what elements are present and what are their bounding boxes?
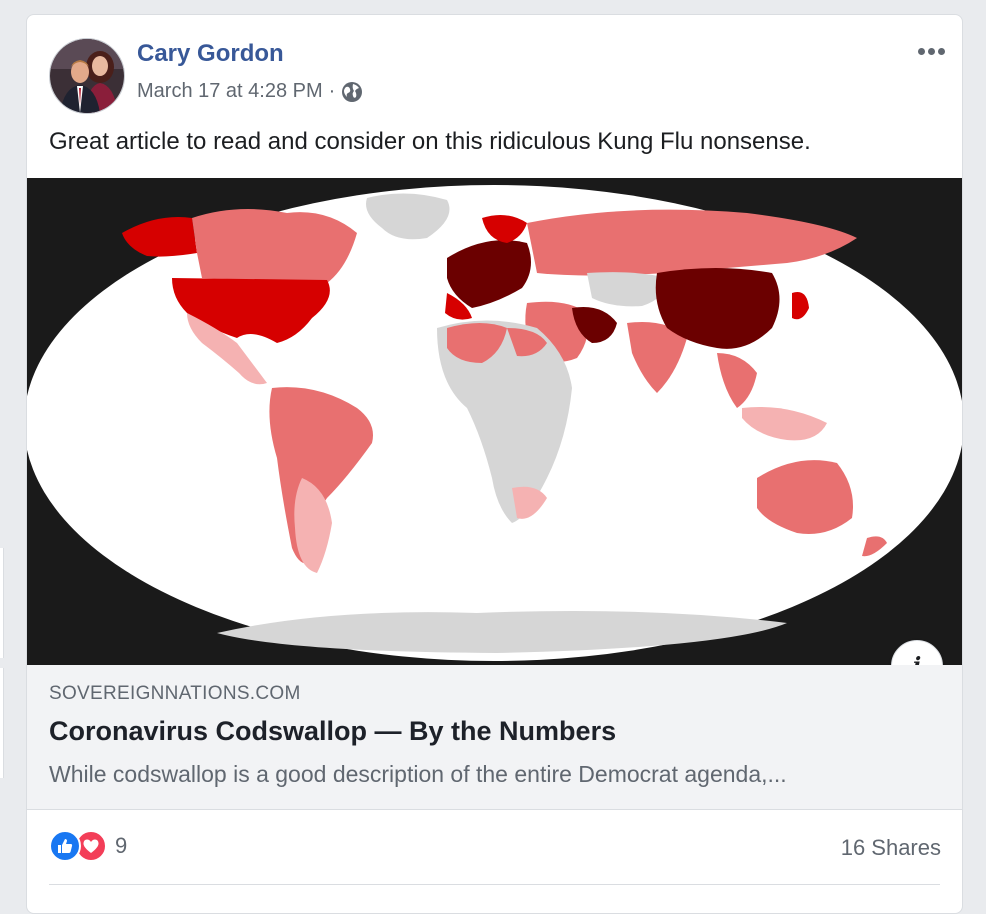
link-domain: SOVEREIGNNATIONS.COM: [49, 683, 301, 704]
post-text: Great article to read and consider on th…: [49, 128, 811, 155]
feed-post: Cary Gordon March 17 at 4:28 PM · Great …: [26, 14, 963, 914]
link-description: While codswallop is a good description o…: [49, 761, 787, 787]
link-preview-meta[interactable]: SOVEREIGNNATIONS.COM Coronavirus Codswal…: [27, 665, 962, 810]
avatar-photo: [50, 39, 124, 113]
sidebar-fragment-bottom: [0, 668, 4, 778]
more-options-icon[interactable]: [914, 39, 948, 63]
reaction-count[interactable]: 9: [115, 833, 127, 859]
author-avatar[interactable]: [49, 38, 125, 114]
shares-count[interactable]: 16 Shares: [841, 835, 941, 861]
like-icon: [49, 830, 81, 862]
author-name-link[interactable]: Cary Gordon: [137, 40, 284, 68]
reaction-summary[interactable]: 9: [49, 830, 127, 862]
globe-icon[interactable]: [341, 81, 363, 103]
more-dot: [917, 47, 925, 55]
link-preview-card[interactable]: i SOVEREIGNNATIONS.COM Coronavirus Codsw…: [27, 178, 962, 810]
post-timestamp[interactable]: March 17 at 4:28 PM: [137, 80, 323, 103]
post-meta: March 17 at 4:28 PM ·: [137, 80, 363, 103]
more-dot: [937, 47, 945, 55]
sidebar-fragment-top: [0, 548, 4, 658]
world-map-image: [27, 178, 962, 665]
more-dot: [927, 47, 935, 55]
link-title[interactable]: Coronavirus Codswallop — By the Numbers: [49, 716, 616, 747]
meta-separator: ·: [328, 80, 336, 102]
link-preview-image[interactable]: i: [27, 178, 962, 665]
divider: [49, 884, 940, 885]
